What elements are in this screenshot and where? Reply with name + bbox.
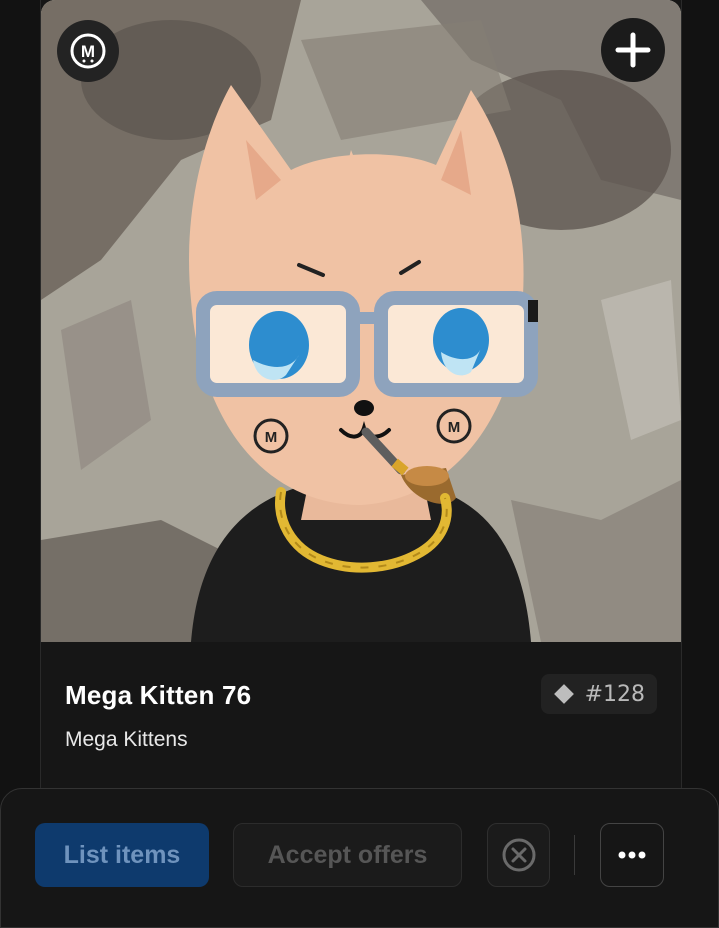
divider — [574, 835, 575, 875]
svg-text:M: M — [448, 419, 461, 436]
more-dots-icon — [618, 851, 646, 859]
collection-logo-icon[interactable]: M — [57, 20, 119, 82]
add-to-cart-button[interactable] — [601, 18, 665, 82]
nft-card[interactable]: M M M Mega Kitten 76 Mega Kittens #128 — [40, 0, 682, 801]
nft-artwork[interactable]: M M — [41, 0, 681, 642]
svg-text:M: M — [81, 42, 95, 61]
plus-icon — [615, 32, 651, 68]
collection-logo-glyph: M — [70, 33, 106, 69]
nft-info: Mega Kitten 76 Mega Kittens #128 — [41, 642, 681, 800]
accept-offers-button[interactable]: Accept offers — [233, 823, 462, 887]
list-items-button[interactable]: List items — [35, 823, 209, 887]
action-bar: List items Accept offers — [0, 788, 719, 928]
cancel-circle-icon — [502, 838, 535, 872]
diamond-icon — [553, 684, 574, 704]
token-id: #128 — [584, 681, 645, 707]
nft-title[interactable]: Mega Kitten 76 — [65, 680, 251, 711]
kitten-illustration: M M — [41, 0, 681, 642]
cancel-button[interactable] — [487, 823, 550, 887]
collection-name[interactable]: Mega Kittens — [65, 728, 188, 752]
more-options-button[interactable] — [600, 823, 664, 887]
svg-text:M: M — [265, 429, 278, 446]
token-id-badge: #128 — [540, 674, 657, 714]
